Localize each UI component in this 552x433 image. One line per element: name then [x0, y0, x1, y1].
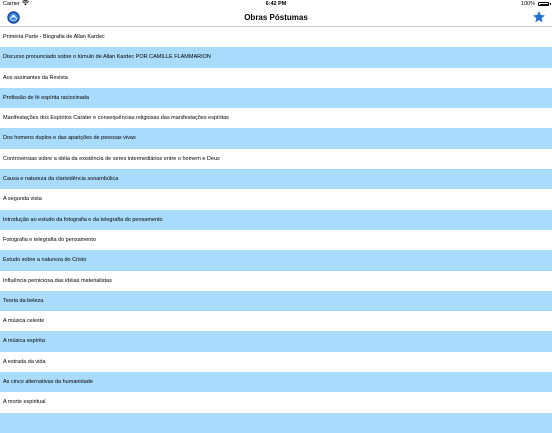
list-item[interactable]: Causa e natureza da clarividência sonamb… [0, 169, 552, 190]
list-item[interactable]: Introdução ao estudo da fotografia e da … [0, 209, 552, 230]
list-item[interactable]: Controvérsias sobre a idéia da existênci… [0, 148, 552, 170]
list-item[interactable]: Estudo sobre a natureza do Cristo [0, 250, 552, 271]
navigation-bar: Obras Póstumas [0, 8, 552, 27]
list-item[interactable]: A segunda vista [0, 189, 552, 210]
list-item[interactable]: Dos homens duplos e das aparições de pes… [0, 128, 552, 149]
battery-nub [549, 3, 551, 5]
chapter-list: Primeira Parte - Biografia de Allan Kard… [0, 27, 552, 433]
list-item[interactable]: A estrada da vida [0, 351, 552, 373]
list-item[interactable] [0, 412, 552, 433]
list-item[interactable]: Aos assinantes da Revista [0, 67, 552, 88]
list-item[interactable]: As cinco alternativas da humanidade [0, 372, 552, 393]
list-item[interactable]: A música espírita [0, 331, 552, 352]
list-item[interactable]: Fotografia e telegrafia do pensamento [0, 229, 552, 251]
list-item[interactable]: A música celeste [0, 311, 552, 332]
list-item[interactable]: Profissão de fé espírita raciocinada [0, 87, 552, 109]
list-item[interactable]: Manifestações dos Espíritos Caráter e co… [0, 108, 552, 129]
list-item[interactable]: Discurso pronunciado sobre o túmulo de A… [0, 47, 552, 68]
list-item[interactable]: A morte espiritual [0, 392, 552, 413]
list-item[interactable]: Primeira Parte - Biografia de Allan Kard… [0, 27, 552, 48]
star-icon[interactable] [532, 10, 546, 24]
list-item[interactable]: Influência perniciosa das idéias materia… [0, 270, 552, 291]
page-title: Obras Póstumas [244, 13, 308, 22]
battery-icon [538, 2, 549, 6]
status-time: 6:42 PM [265, 1, 287, 7]
list-item[interactable]: Teoria da beleza [0, 290, 552, 312]
status-bar: Carrier 6:42 PM 100% [0, 0, 552, 8]
battery-percent: 100% [520, 1, 535, 7]
